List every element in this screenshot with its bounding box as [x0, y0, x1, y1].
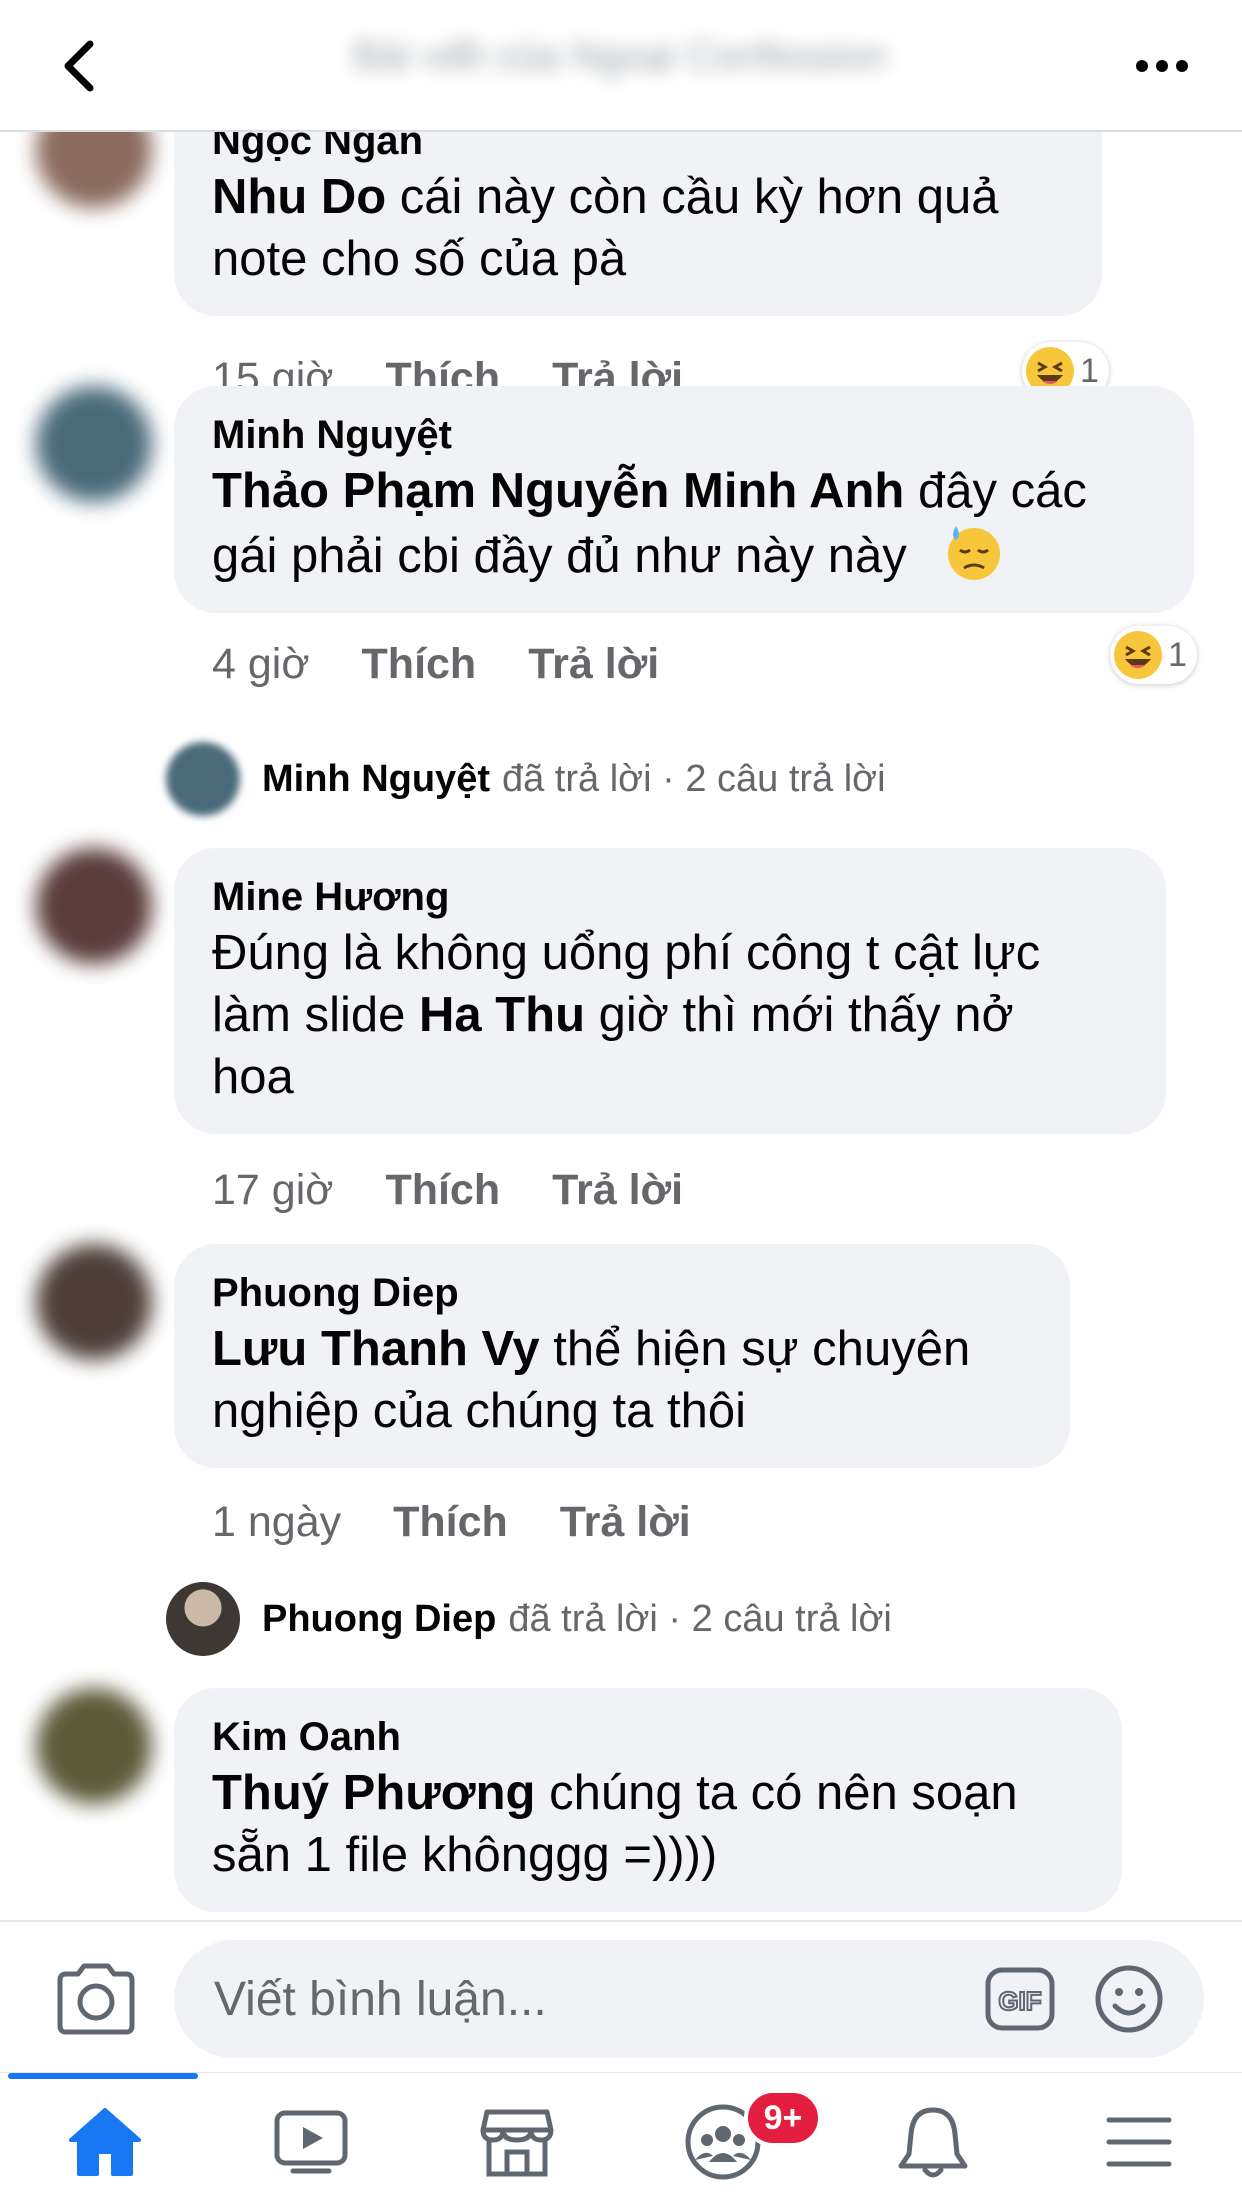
comment-author[interactable]: Minh Nguyệt — [212, 410, 1158, 460]
comment-bubble[interactable]: Phuong Diep Lưu Thanh Vy thể hiện sự chu… — [174, 1244, 1070, 1468]
reply-button[interactable]: Trả lời — [552, 1166, 683, 1215]
camera-icon — [57, 1963, 135, 2035]
comment-author[interactable]: Ngọc Ngân — [212, 132, 1066, 166]
comment-text-line1: chúng ta có nên soạn — [535, 1766, 1018, 1820]
reply-author: Minh Nguyệt — [262, 757, 490, 800]
reply-action: đã trả lời — [508, 1597, 658, 1640]
comment-time: 1 ngày — [212, 1498, 342, 1546]
home-icon — [69, 2108, 141, 2176]
comment-meta: 1 ngày Thích Trả lời — [212, 1498, 691, 1547]
back-button[interactable] — [40, 26, 120, 106]
chevron-left-icon — [64, 40, 94, 92]
gif-icon: GIF — [985, 1967, 1055, 2031]
emoji-button[interactable] — [1094, 1964, 1164, 2034]
like-button[interactable]: Thích — [385, 1166, 500, 1215]
avatar[interactable] — [36, 1688, 152, 1804]
comment-text-line2: nghiệp của chúng ta thôi — [212, 1384, 746, 1438]
comment-text: Nhu Do cái này còn cầu kỳ hơn quả note c… — [212, 166, 1066, 290]
comment-input-placeholder: Viết bình luận... — [214, 1973, 547, 2026]
reply-separator: · — [651, 757, 686, 800]
like-button[interactable]: Thích — [393, 1498, 508, 1547]
comment-time: 17 giờ — [212, 1166, 334, 1214]
comment-author[interactable]: Phuong Diep — [212, 1268, 1034, 1318]
downcast-sweat-emoji-icon — [948, 526, 1001, 580]
gif-button[interactable]: GIF — [984, 1966, 1056, 2032]
more-options-button[interactable] — [1122, 26, 1202, 106]
reply-author: Phuong Diep — [262, 1597, 497, 1640]
tab-marketplace[interactable] — [472, 2097, 562, 2187]
comment-text-line1: cái này còn cầu kỳ hơn quả — [386, 170, 999, 224]
comment-meta: 17 giờ Thích Trả lời — [212, 1166, 683, 1215]
tab-watch[interactable] — [266, 2097, 356, 2187]
tab-home[interactable] — [60, 2097, 150, 2187]
reply-button[interactable]: Trả lời — [560, 1498, 691, 1547]
comment-list[interactable]: Ngọc Ngân Nhu Do cái này còn cầu kỳ hơn … — [0, 132, 1242, 1920]
reply-separator: · — [657, 1597, 692, 1640]
comment-author[interactable]: Kim Oanh — [212, 1712, 1086, 1762]
comment-author[interactable]: Mine Hương — [212, 872, 1130, 922]
comment-text-line2: sẵn 1 file khônggg =)))) — [212, 1828, 718, 1882]
mention-link[interactable]: Lưu Thanh Vy — [212, 1322, 540, 1376]
comment-text-line3: hoa — [212, 1050, 294, 1104]
view-replies-row[interactable]: Phuong Diep đã trả lời · 2 câu trả lời — [166, 1582, 892, 1656]
comment-text: Thuý Phương chúng ta có nên soạn sẵn 1 f… — [212, 1762, 1086, 1886]
comment-text-line2: note cho số của pà — [212, 232, 627, 286]
marketplace-icon — [480, 2109, 554, 2177]
reply-button[interactable]: Trả lời — [528, 640, 659, 689]
comment-input[interactable]: Viết bình luận... GIF — [174, 1940, 1204, 2058]
video-icon — [274, 2110, 348, 2174]
reaction-count: 1 — [1080, 351, 1099, 390]
reply-action: đã trả lời — [501, 757, 652, 800]
comment-text: Đúng là không uổng phí công t cật lực là… — [212, 922, 1130, 1108]
mention-link[interactable]: Nhu Do — [212, 170, 386, 224]
avatar[interactable] — [36, 848, 152, 964]
active-tab-indicator — [8, 2073, 198, 2079]
comment-text-line1: Đúng là không uổng phí công t cật lực — [212, 926, 1041, 980]
avatar[interactable] — [36, 1244, 152, 1360]
comment-text-line1: thể hiện sự chuyên — [539, 1322, 971, 1376]
comment-bubble[interactable]: Minh Nguyệt Thảo Phạm Nguyễn Minh Anh đâ… — [174, 386, 1194, 613]
view-replies-row[interactable]: Minh Nguyệt đã trả lời · 2 câu trả lời — [166, 742, 886, 816]
svg-text:GIF: GIF — [998, 1986, 1041, 2016]
mention-link[interactable]: Ha Thu — [419, 988, 585, 1042]
bottom-tab-bar: 9+ — [0, 2072, 1242, 2208]
tab-notifications[interactable] — [888, 2097, 978, 2187]
comment-bubble[interactable]: Mine Hương Đúng là không uổng phí công t… — [174, 848, 1166, 1134]
mention-link[interactable]: Thảo Phạm Nguyễn Minh Anh — [212, 464, 904, 518]
comment-text-line2-end: giờ thì mới thấy nở — [585, 988, 1014, 1042]
comment-text-line1: đây các — [904, 464, 1087, 518]
top-bar: Bài viết của Ngoại Confession — [0, 0, 1242, 132]
bell-icon — [898, 2107, 968, 2178]
page-title: Bài viết của Ngoại Confession — [353, 34, 887, 78]
tab-menu[interactable] — [1094, 2097, 1184, 2187]
comment-bubble[interactable]: Ngọc Ngân Nhu Do cái này còn cầu kỳ hơn … — [174, 132, 1102, 316]
reaction-count: 1 — [1168, 635, 1187, 674]
comment-text-line2: gái phải cbi đầy đủ như này này — [212, 529, 907, 583]
mention-link[interactable]: Thuý Phương — [212, 1766, 535, 1820]
comment-text: Lưu Thanh Vy thể hiện sự chuyên nghiệp c… — [212, 1318, 1034, 1442]
comment-composer: Viết bình luận... GIF — [0, 1920, 1242, 2072]
menu-icon — [1106, 2117, 1172, 2167]
notification-badge: 9+ — [744, 2089, 822, 2147]
comment-text-line2-start: làm slide — [212, 988, 419, 1042]
avatar — [166, 1582, 240, 1656]
smiley-icon — [1095, 1965, 1163, 2033]
like-button[interactable]: Thích — [362, 640, 477, 689]
avatar[interactable] — [36, 386, 152, 502]
comment-meta: 4 giờ Thích Trả lời — [212, 640, 659, 689]
comment-text: Thảo Phạm Nguyễn Minh Anh đây các gái ph… — [212, 460, 1158, 587]
camera-button[interactable] — [52, 1958, 140, 2038]
laughing-emoji-icon — [1114, 631, 1162, 679]
more-horizontal-icon — [1136, 60, 1188, 72]
reaction-badge[interactable]: 1 — [1110, 626, 1197, 684]
reply-count: 2 câu trả lời — [691, 1597, 892, 1640]
avatar — [166, 742, 240, 816]
avatar[interactable] — [36, 132, 152, 208]
comment-time: 4 giờ — [212, 640, 310, 688]
comment-bubble[interactable]: Kim Oanh Thuý Phương chúng ta có nên soạ… — [174, 1688, 1122, 1912]
reply-count: 2 câu trả lời — [685, 757, 886, 800]
